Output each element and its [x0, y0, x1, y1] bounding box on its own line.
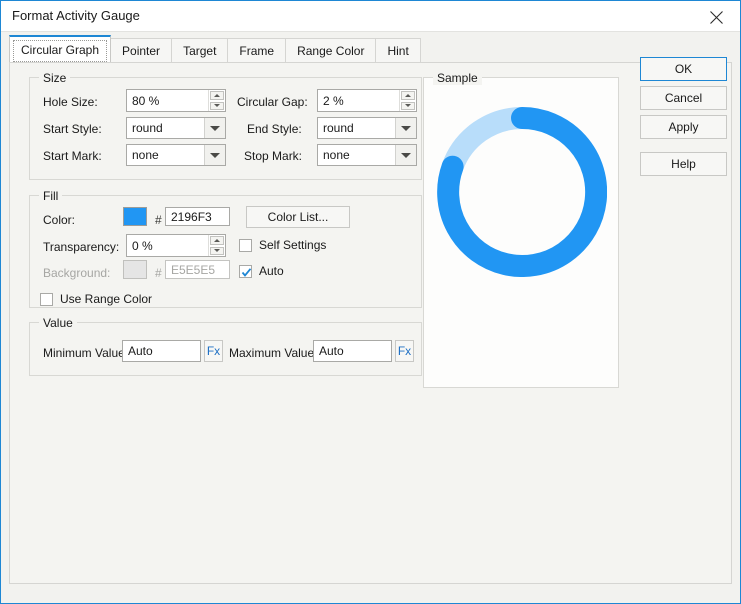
checkbox-box: [40, 292, 53, 306]
caret-up-icon: [214, 238, 220, 242]
use-range-color-label: Use Range Color: [60, 292, 153, 306]
close-icon[interactable]: [694, 1, 740, 31]
tab-target[interactable]: Target: [171, 38, 229, 62]
hole-size-spin-buttons: [208, 90, 225, 111]
activity-gauge-preview: [437, 107, 607, 277]
start-mark-value: none: [132, 148, 159, 162]
start-style-value: round: [132, 121, 163, 135]
maximum-value-field[interactable]: Auto: [313, 340, 392, 362]
use-range-color-checkbox[interactable]: Use Range Color: [40, 292, 152, 306]
self-settings-checkbox[interactable]: Self Settings: [239, 238, 326, 252]
fill-group-title: Fill: [39, 189, 63, 203]
start-style-label: Start Style:: [43, 122, 102, 136]
transparency-spin-up[interactable]: [210, 236, 224, 245]
circular-gap-label: Circular Gap:: [237, 95, 308, 109]
transparency-spin-buttons: [208, 235, 225, 256]
title-bar: Format Activity Gauge: [1, 1, 740, 32]
color-list-button[interactable]: Color List...: [246, 206, 350, 228]
circular-gap-spin-down[interactable]: [401, 101, 415, 110]
circular-gap-stepper[interactable]: 2 %: [317, 89, 417, 112]
tab-hint[interactable]: Hint: [375, 38, 421, 62]
maximum-value-fx-button[interactable]: Fx: [395, 340, 414, 362]
tab-label: Range Color: [297, 43, 365, 58]
caret-down-icon: [405, 104, 411, 108]
ok-button[interactable]: OK: [640, 57, 727, 81]
minimum-value-field[interactable]: Auto: [122, 340, 201, 362]
help-button[interactable]: Help: [640, 152, 727, 176]
color-hex-field[interactable]: 2196F3: [165, 207, 230, 226]
chevron-down-icon: [395, 145, 416, 165]
background-swatch: [123, 260, 147, 279]
background-hash-symbol: #: [155, 266, 162, 280]
transparency-label: Transparency:: [43, 240, 120, 254]
check-icon: [241, 267, 252, 277]
background-hex-field: E5E5E5: [165, 260, 230, 279]
start-mark-label: Start Mark:: [43, 149, 102, 163]
end-style-select[interactable]: round: [317, 117, 417, 139]
hole-size-spin-down[interactable]: [210, 101, 224, 110]
size-group-title: Size: [39, 71, 71, 85]
auto-checkbox[interactable]: Auto: [239, 264, 284, 278]
transparency-spin-down[interactable]: [210, 246, 224, 255]
background-label: Background:: [43, 266, 111, 280]
chevron-down-icon: [204, 145, 225, 165]
tab-circular-graph[interactable]: Circular Graph: [9, 35, 112, 62]
circular-gap-spin-up[interactable]: [401, 91, 415, 100]
start-mark-select[interactable]: none: [126, 144, 226, 166]
auto-label: Auto: [259, 264, 284, 278]
hole-size-label: Hole Size:: [43, 95, 98, 109]
self-settings-label: Self Settings: [259, 238, 327, 252]
tab-pointer[interactable]: Pointer: [110, 38, 173, 62]
chevron-down-icon: [204, 118, 225, 138]
tab-strip: Circular Graph Pointer Target Frame Rang…: [9, 35, 421, 62]
gauge-track-arc: [441, 107, 533, 178]
hole-size-spin-up[interactable]: [210, 91, 224, 100]
caret-down-icon: [214, 249, 220, 253]
minimum-value-label: Minimum Value:: [43, 346, 129, 360]
chevron-down-icon: [395, 118, 416, 138]
tab-content-panel: Size Hole Size: 80 % Circular Gap: 2 % S…: [9, 62, 732, 584]
transparency-value: 0 %: [132, 238, 153, 253]
hole-size-value: 80 %: [132, 93, 160, 108]
maximum-value-label: Maximum Value:: [229, 346, 318, 360]
color-label: Color:: [43, 213, 76, 227]
caret-up-icon: [214, 93, 220, 97]
cancel-button[interactable]: Cancel: [640, 86, 727, 110]
tab-focus-outline: [13, 40, 108, 62]
tab-label: Hint: [387, 43, 409, 58]
stop-mark-value: none: [323, 148, 350, 162]
color-hash-symbol: #: [155, 213, 162, 227]
window-title: Format Activity Gauge: [12, 8, 140, 23]
sample-panel-title: Sample: [433, 71, 482, 85]
circular-gap-spin-buttons: [399, 90, 416, 111]
end-style-label: End Style:: [247, 122, 302, 136]
tab-label: Target: [183, 43, 217, 58]
color-swatch[interactable]: [123, 207, 147, 226]
sample-panel: Sample: [423, 71, 619, 388]
hole-size-stepper[interactable]: 80 %: [126, 89, 226, 112]
tab-frame[interactable]: Frame: [227, 38, 287, 62]
minimum-value-fx-button[interactable]: Fx: [204, 340, 223, 362]
apply-button[interactable]: Apply: [640, 115, 727, 139]
format-activity-gauge-dialog: Format Activity Gauge Circular Graph Poi…: [0, 0, 741, 604]
start-style-select[interactable]: round: [126, 117, 226, 139]
checkbox-box: [239, 264, 252, 278]
end-style-value: round: [323, 121, 354, 135]
caret-down-icon: [214, 104, 220, 108]
circular-gap-value: 2 %: [323, 93, 344, 108]
tab-label: Frame: [239, 43, 275, 58]
caret-up-icon: [405, 93, 411, 97]
tab-range-color[interactable]: Range Color: [285, 38, 377, 62]
transparency-stepper[interactable]: 0 %: [126, 234, 226, 257]
checkbox-box: [239, 238, 252, 252]
tab-label: Pointer: [122, 43, 161, 58]
stop-mark-label: Stop Mark:: [244, 149, 303, 163]
stop-mark-select[interactable]: none: [317, 144, 417, 166]
value-group-title: Value: [39, 316, 77, 330]
